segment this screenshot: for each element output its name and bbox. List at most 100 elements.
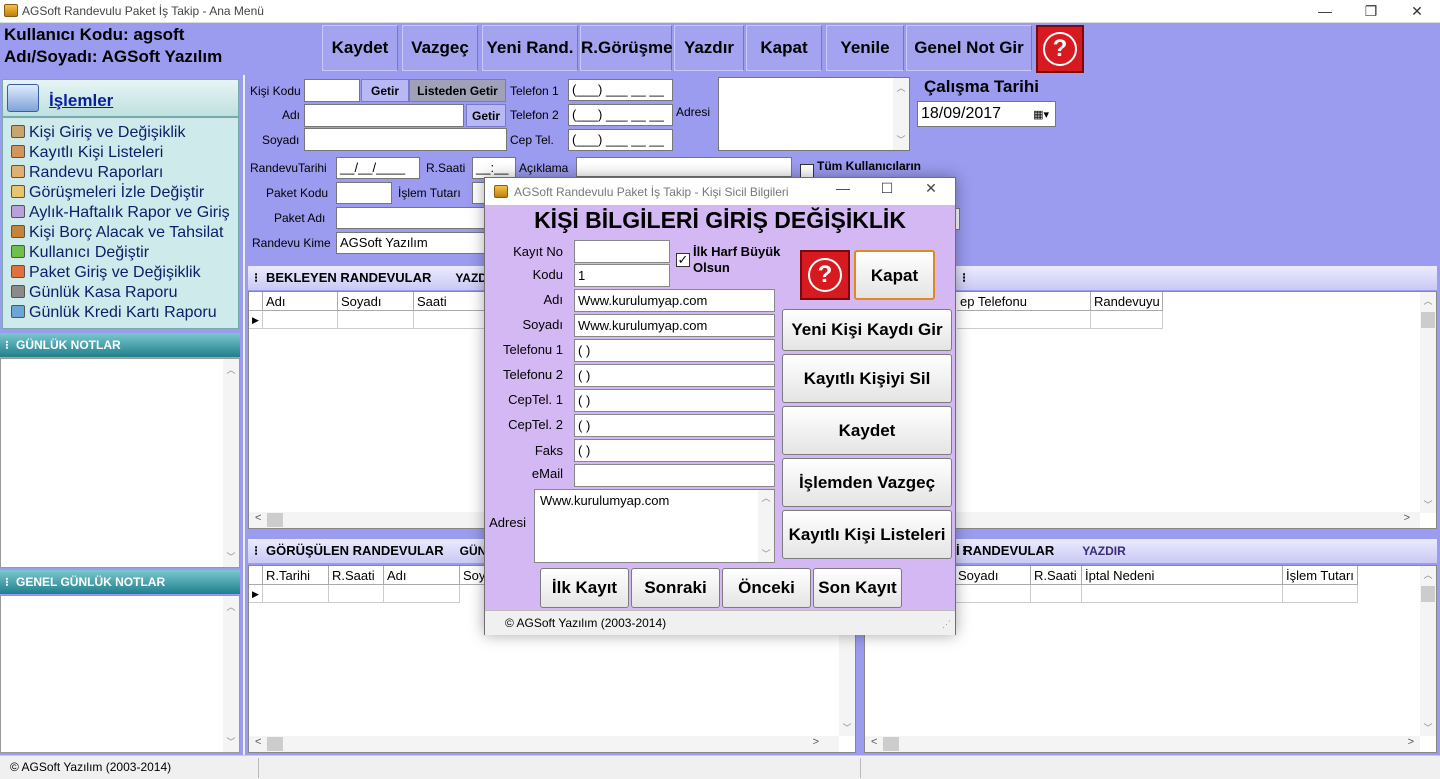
- table-cell[interactable]: [414, 311, 486, 329]
- appointment-date-input[interactable]: __/__/____: [336, 157, 420, 179]
- dialog-close-button[interactable]: Kapat: [854, 250, 935, 300]
- col-header-name[interactable]: Adı: [263, 292, 338, 311]
- close-icon[interactable]: ✕: [1394, 0, 1440, 23]
- package-name-input[interactable]: [336, 207, 486, 229]
- daily-notes-textarea[interactable]: ︿ ﹀: [0, 358, 240, 568]
- toolbar-refresh-button[interactable]: Yenile: [826, 25, 904, 71]
- waiting-vertical-scrollbar[interactable]: ︿ ﹀: [1420, 292, 1436, 513]
- menu-item-person-lists[interactable]: Kayıtlı Kişi Listeleri: [11, 144, 163, 162]
- delete-person-button[interactable]: Kayıtlı Kişiyi Sil: [782, 354, 952, 403]
- dlg-phone2-input[interactable]: ( ): [574, 364, 775, 387]
- col-header-cancel-reason[interactable]: İptal Nedeni: [1082, 566, 1283, 585]
- dialog-help-button[interactable]: ?: [800, 250, 850, 300]
- minimize-icon[interactable]: —: [1302, 0, 1348, 23]
- dlg-fax-input[interactable]: ( ): [574, 439, 775, 462]
- dialog-cancel-button[interactable]: İşlemden Vazgeç: [782, 458, 952, 507]
- col-header-time[interactable]: R.Saati: [329, 566, 384, 585]
- address-textarea[interactable]: ︿ ﹀: [718, 77, 910, 151]
- menu-item-card-report[interactable]: Günlük Kredi Kartı Raporu: [11, 304, 217, 322]
- surname-input[interactable]: [304, 128, 507, 151]
- general-notes-scrollbar[interactable]: ︿ ﹀: [223, 596, 239, 752]
- appointment-time-input[interactable]: __:__: [472, 157, 516, 179]
- cancelled-horizontal-scrollbar[interactable]: < >: [865, 736, 1420, 752]
- toolbar-save-button[interactable]: Kaydet: [322, 25, 398, 71]
- col-header-name[interactable]: Adı: [384, 566, 460, 585]
- description-input[interactable]: [576, 157, 792, 177]
- capitalize-checkbox[interactable]: ✓: [676, 253, 690, 267]
- table-cell[interactable]: [1283, 585, 1358, 603]
- met-horizontal-scrollbar[interactable]: < >: [249, 736, 839, 752]
- dialog-close-icon[interactable]: ✕: [909, 180, 953, 197]
- restore-icon[interactable]: ❐: [1348, 0, 1394, 23]
- resize-grip-icon[interactable]: ⋰: [942, 619, 951, 630]
- table-cell[interactable]: [1091, 311, 1163, 329]
- cancelled-vertical-scrollbar[interactable]: ︿ ﹀: [1420, 566, 1436, 736]
- table-cell[interactable]: [957, 311, 1091, 329]
- dlg-email-input[interactable]: [574, 464, 775, 487]
- person-code-input[interactable]: [304, 79, 360, 102]
- table-cell[interactable]: [329, 585, 384, 603]
- dlg-surname-input[interactable]: Www.kurulumyap.com: [574, 314, 775, 337]
- name-input[interactable]: [304, 104, 464, 127]
- person-lists-button[interactable]: Kayıtlı Kişi Listeleri: [782, 510, 952, 559]
- table-cell[interactable]: [1082, 585, 1283, 603]
- menu-item-meetings[interactable]: Görüşmeleri İzle Değiştir: [11, 184, 204, 202]
- table-cell[interactable]: [1031, 585, 1082, 603]
- dlg-address-scrollbar[interactable]: ︿ ﹀: [758, 490, 774, 562]
- menu-item-cash-report[interactable]: Günlük Kasa Raporu: [11, 284, 178, 302]
- dialog-minimize-icon[interactable]: —: [821, 180, 865, 196]
- table-cell[interactable]: [263, 311, 338, 329]
- toolbar-close-button[interactable]: Kapat: [746, 25, 822, 71]
- dlg-mobile2-input[interactable]: ( ): [574, 414, 775, 437]
- address-scrollbar[interactable]: ︿ ﹀: [893, 78, 909, 150]
- work-date-picker[interactable]: 18/09/2017 ▦▾: [917, 101, 1056, 127]
- table-cell[interactable]: [338, 311, 414, 329]
- mobile-input[interactable]: (___) ___ __ __: [568, 129, 673, 151]
- menu-item-appointment-reports[interactable]: Randevu Raporları: [11, 164, 163, 182]
- dlg-phone1-input[interactable]: ( ): [574, 339, 775, 362]
- col-header-amount[interactable]: İşlem Tutarı: [1283, 566, 1358, 585]
- package-code-input[interactable]: [336, 182, 392, 204]
- toolbar-meeting-button[interactable]: R.Görüşme: [580, 25, 673, 71]
- phone2-input[interactable]: (___) ___ __ __: [568, 104, 673, 126]
- dialog-save-button[interactable]: Kaydet: [782, 406, 952, 455]
- toolbar-general-note-button[interactable]: Genel Not Gir: [906, 25, 1032, 71]
- cancelled-print-link[interactable]: YAZDIR: [1082, 539, 1126, 563]
- menu-item-package-entry[interactable]: Paket Giriş ve Değişiklik: [11, 264, 201, 282]
- toolbar-cancel-button[interactable]: Vazgeç: [402, 25, 478, 71]
- phone1-input[interactable]: (___) ___ __ __: [568, 79, 673, 101]
- fetch-button[interactable]: Getir: [361, 79, 409, 102]
- toolbar-new-appointment-button[interactable]: Yeni Rand.: [482, 25, 578, 71]
- menu-item-change-user[interactable]: Kullanıcı Değiştir: [11, 244, 149, 262]
- new-person-button[interactable]: Yeni Kişi Kaydı Gir: [782, 309, 952, 351]
- table-cell[interactable]: [955, 585, 1031, 603]
- first-record-button[interactable]: İlk Kayıt: [540, 568, 629, 608]
- code-input[interactable]: 1: [574, 264, 670, 287]
- toolbar-print-button[interactable]: Yazdır: [674, 25, 744, 71]
- previous-record-button[interactable]: Önceki: [722, 568, 811, 608]
- menu-item-debt-credit[interactable]: Kişi Borç Alacak ve Tahsilat: [11, 224, 223, 242]
- calendar-dropdown-icon[interactable]: ▦▾: [1033, 103, 1049, 126]
- col-header-date[interactable]: R.Tarihi: [263, 566, 329, 585]
- last-record-button[interactable]: Son Kayıt: [813, 568, 902, 608]
- general-notes-textarea[interactable]: ︿ ﹀: [0, 595, 240, 753]
- dlg-mobile1-input[interactable]: ( ): [574, 389, 775, 412]
- all-users-checkbox[interactable]: [800, 164, 814, 178]
- fetch-name-button[interactable]: Getir: [466, 104, 506, 127]
- menu-item-person-entry[interactable]: Kişi Giriş ve Değişiklik: [11, 124, 185, 142]
- col-header-time[interactable]: R.Saati: [1031, 566, 1082, 585]
- record-no-input[interactable]: [574, 240, 670, 263]
- fetch-from-list-button[interactable]: Listeden Getir: [409, 79, 506, 102]
- waiting-print-link[interactable]: YAZDIR: [455, 266, 486, 290]
- help-button[interactable]: ?: [1036, 25, 1084, 73]
- next-record-button[interactable]: Sonraki: [631, 568, 720, 608]
- met-update-link[interactable]: GÜNC: [460, 539, 486, 563]
- dlg-name-input[interactable]: Www.kurulumyap.com: [574, 289, 775, 312]
- dlg-address-textarea[interactable]: Www.kurulumyap.com ︿ ﹀: [534, 489, 775, 563]
- col-header-time[interactable]: Saati: [414, 292, 486, 311]
- menu-item-monthly-weekly-report[interactable]: Aylık-Haftalık Rapor ve Giriş: [11, 204, 230, 222]
- table-cell[interactable]: [263, 585, 329, 603]
- col-header-surname[interactable]: Soyadı: [338, 292, 414, 311]
- daily-notes-scrollbar[interactable]: ︿ ﹀: [223, 359, 239, 567]
- dialog-maximize-icon[interactable]: ☐: [865, 180, 909, 197]
